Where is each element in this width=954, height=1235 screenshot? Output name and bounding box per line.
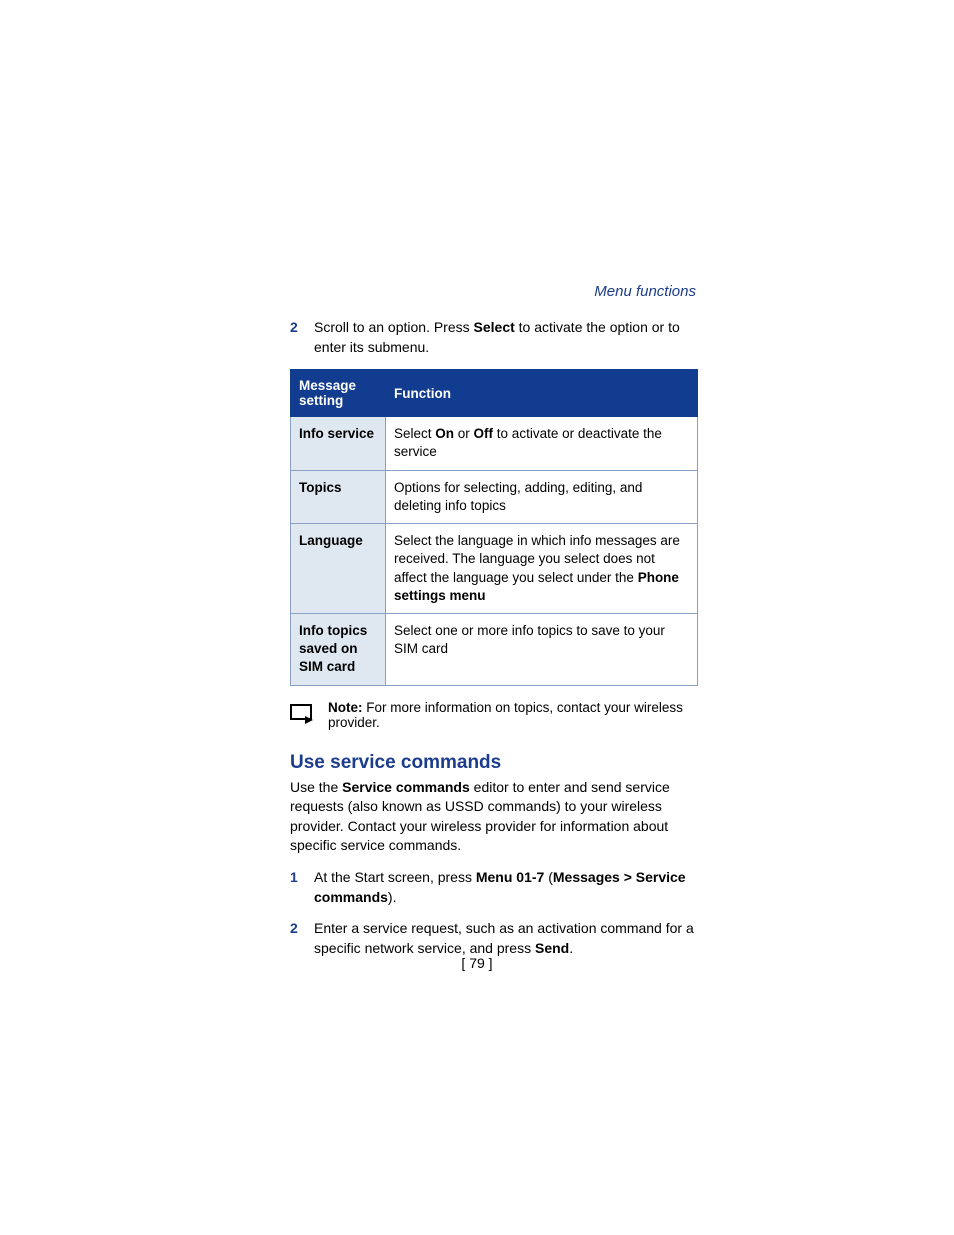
step-text: At the Start screen, press Menu 01-7 (Me…	[314, 868, 698, 907]
note-label: Note:	[328, 700, 363, 715]
text: .	[569, 940, 573, 956]
th-function: Function	[386, 370, 698, 417]
table-row: Language Select the language in which in…	[291, 524, 698, 614]
step-text: Scroll to an option. Press Select to act…	[314, 318, 698, 357]
text: For more information on topics, contact …	[328, 700, 683, 730]
table-row: Topics Options for selecting, adding, ed…	[291, 470, 698, 523]
text: ).	[388, 889, 397, 905]
text: or	[454, 426, 474, 441]
step-text: Enter a service request, such as an acti…	[314, 919, 698, 958]
step-number: 2	[290, 919, 300, 958]
cell-setting: Language	[291, 524, 386, 614]
step-number: 1	[290, 868, 300, 907]
note-icon	[290, 704, 316, 726]
cell-setting: Info service	[291, 417, 386, 470]
table-header-row: Message setting Function	[291, 370, 698, 417]
cell-function: Options for selecting, adding, editing, …	[386, 470, 698, 523]
text: Scroll to an option. Press	[314, 319, 474, 335]
note-row: Note: For more information on topics, co…	[290, 700, 698, 730]
bold-menu: Menu 01-7	[476, 869, 544, 885]
bold-service-commands: Service commands	[342, 779, 470, 795]
table-row: Info service Select On or Off to activat…	[291, 417, 698, 470]
page-header-right: Menu functions	[290, 283, 698, 300]
page-number: [ 79 ]	[0, 955, 954, 971]
table-row: Info topics saved on SIM card Select one…	[291, 613, 698, 685]
cell-setting: Topics	[291, 470, 386, 523]
text: Enter a service request, such as an acti…	[314, 920, 694, 956]
text: Select	[394, 426, 435, 441]
section-heading: Use service commands	[290, 752, 698, 774]
step-number: 2	[290, 318, 300, 357]
section-paragraph: Use the Service commands editor to enter…	[290, 778, 698, 856]
text: Use the	[290, 779, 342, 795]
cell-function: Select the language in which info messag…	[386, 524, 698, 614]
step-item: 2 Enter a service request, such as an ac…	[290, 919, 698, 958]
bold-off: Off	[474, 426, 494, 441]
cell-setting: Info topics saved on SIM card	[291, 613, 386, 685]
bold-send: Send	[535, 940, 569, 956]
th-message-setting: Message setting	[291, 370, 386, 417]
page-content: Menu functions 2 Scroll to an option. Pr…	[290, 283, 698, 970]
bold-on: On	[435, 426, 454, 441]
cell-function: Select one or more info topics to save t…	[386, 613, 698, 685]
message-settings-table: Message setting Function Info service Se…	[290, 369, 698, 685]
step-item: 1 At the Start screen, press Menu 01-7 (…	[290, 868, 698, 907]
note-text: Note: For more information on topics, co…	[328, 700, 698, 730]
bold-select: Select	[474, 319, 515, 335]
cell-function: Select On or Off to activate or deactiva…	[386, 417, 698, 470]
text: (	[544, 869, 553, 885]
step-item: 2 Scroll to an option. Press Select to a…	[290, 318, 698, 357]
text: At the Start screen, press	[314, 869, 476, 885]
